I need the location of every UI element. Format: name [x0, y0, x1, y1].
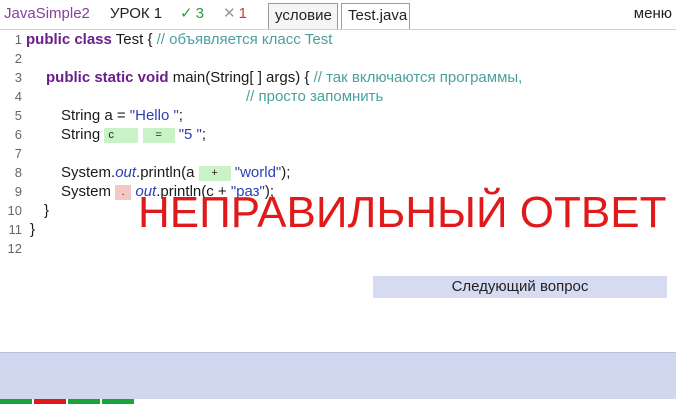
comment: // так включаются программы,: [313, 69, 523, 86]
code-text: );: [281, 164, 291, 181]
keyword: public class: [26, 31, 112, 48]
code-text: Test {: [111, 31, 157, 48]
line-number: 3: [14, 70, 22, 85]
code-text: ;: [178, 107, 183, 124]
comment: // объявляется класс Test: [156, 31, 333, 48]
code-text: String: [61, 126, 105, 143]
tab-condition[interactable]: условие: [268, 3, 338, 29]
line-number: 2: [14, 51, 22, 66]
progress-segment: [0, 399, 32, 404]
string-literal: "world": [234, 164, 282, 181]
code-line: 3 public static void main(String[ ] args…: [0, 68, 676, 87]
progress-segment: [102, 399, 134, 404]
line-number: 8: [14, 165, 22, 180]
progress-segment: [68, 399, 100, 404]
code-line: 5 String a = "Hello ";: [0, 106, 676, 125]
line-number: 7: [14, 146, 22, 161]
code-line: 4 // просто запомнить: [0, 87, 676, 106]
string-literal: "Hello ": [129, 107, 179, 124]
code-text: ;: [201, 126, 207, 143]
code-field: out: [115, 164, 137, 181]
line-number: 9: [14, 184, 22, 199]
check-icon: ✓: [180, 5, 193, 22]
code-line: 8 System.out.println(a + "world");: [0, 163, 676, 182]
lesson-label: УРОК 1: [110, 5, 163, 22]
code-line: 12: [0, 239, 676, 258]
top-bar: JavaSimple2 УРОК 1 ✓ 3 ✕ 1 условие Test.ja…: [0, 0, 676, 30]
wrong-count: 1: [238, 5, 247, 22]
line-number: 5: [14, 108, 22, 123]
line-number: 6: [14, 127, 22, 142]
menu-button[interactable]: меню: [634, 5, 672, 22]
code-line: 2: [0, 49, 676, 68]
code-text: System.: [61, 164, 116, 181]
progress-bar: [0, 399, 676, 404]
code-text: }: [44, 202, 50, 219]
correct-counter: ✓ 3: [180, 5, 204, 23]
keyword: public static void: [46, 69, 169, 86]
correct-count: 3: [195, 5, 204, 22]
line-number: 4: [14, 89, 22, 104]
wrong-counter: ✕ 1: [223, 5, 247, 23]
code-text: }: [30, 221, 36, 238]
line-number: 1: [14, 32, 22, 47]
code-line: 1 public class Test { // объявляется кла…: [0, 30, 676, 49]
app-title: JavaSimple2: [4, 5, 90, 22]
answer-blank[interactable]: c: [104, 127, 139, 143]
code-line: 7: [0, 144, 676, 163]
code-text: System: [61, 183, 116, 200]
code-line: 6 String c = "5 ";: [0, 125, 676, 144]
line-number: 11: [8, 222, 23, 237]
line-number: 12: [7, 241, 22, 256]
code-text: main(String[ ] args) {: [168, 69, 314, 86]
next-question-button[interactable]: Следующий вопрос: [373, 276, 667, 298]
bottom-panel: [0, 352, 676, 399]
wrong-answer-message: НЕПРАВИЛЬНЫЙ ОТВЕТ: [138, 188, 667, 237]
comment: // просто запомнить: [246, 88, 384, 105]
answer-blank[interactable]: +: [198, 165, 231, 181]
tab-test-java[interactable]: Test.java: [341, 3, 410, 29]
code-text: String a =: [61, 107, 130, 124]
string-literal: "5 ": [178, 126, 202, 143]
answer-blank-wrong[interactable]: .: [115, 184, 132, 200]
code-text: .println(a: [136, 164, 199, 181]
progress-segment: [34, 399, 66, 404]
cross-icon: ✕: [223, 5, 236, 22]
line-number: 10: [7, 203, 22, 218]
answer-blank[interactable]: =: [142, 127, 175, 143]
